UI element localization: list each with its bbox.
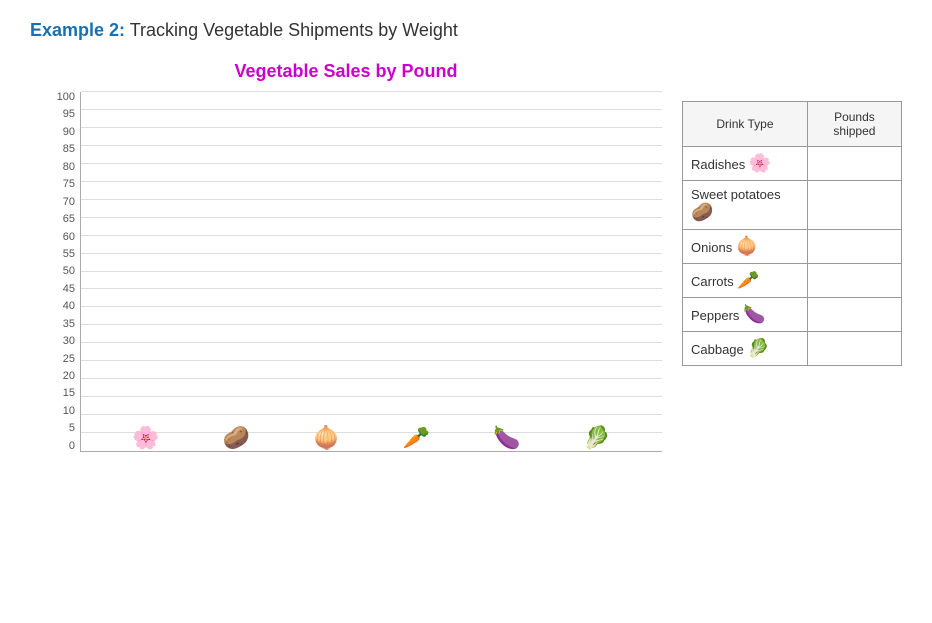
y-label: 0 <box>30 441 80 452</box>
y-label: 30 <box>30 336 80 347</box>
chart-plot: 🌸 🥔 🧅 🥕 🍆 🥬 <box>80 92 662 452</box>
pounds-cell <box>807 147 901 181</box>
onion-icon: 🧅 <box>313 425 340 451</box>
veg-name-cell: Carrots 🥕 <box>683 264 808 298</box>
table-row: Cabbage 🥬 <box>683 332 902 366</box>
veg-emoji: 🌸 <box>749 153 771 173</box>
pepper-icon: 🍆 <box>493 425 520 451</box>
sweet-potato-icon: 🥔 <box>223 425 250 451</box>
veg-label: Radishes <box>691 157 745 172</box>
title-bold: Example 2: <box>30 20 125 40</box>
pounds-cell <box>807 298 901 332</box>
carrot-icon: 🥕 <box>403 425 430 451</box>
y-label: 25 <box>30 354 80 365</box>
table-row: Onions 🧅 <box>683 230 902 264</box>
veg-label: Cabbage <box>691 342 744 357</box>
y-label: 5 <box>30 423 80 434</box>
col-header-pounds: Pounds shipped <box>807 102 901 147</box>
table-row: Peppers 🍆 <box>683 298 902 332</box>
y-label: 10 <box>30 406 80 417</box>
y-label: 20 <box>30 371 80 382</box>
veg-emoji: 🍆 <box>743 304 765 324</box>
veg-name-cell: Onions 🧅 <box>683 230 808 264</box>
y-label: 55 <box>30 249 80 260</box>
bar-group: 🥕 <box>372 420 462 451</box>
title-rest: Tracking Vegetable Shipments by Weight <box>125 20 458 40</box>
content-area: Vegetable Sales by Pound 0 5 10 15 20 25 30 35 4… <box>30 61 902 512</box>
pounds-cell <box>807 332 901 366</box>
y-label: 95 <box>30 109 80 120</box>
veg-emoji: 🥬 <box>747 338 769 358</box>
y-label: 50 <box>30 266 80 277</box>
col-header-type: Drink Type <box>683 102 808 147</box>
y-label: 70 <box>30 197 80 208</box>
table-row: Sweet potatoes 🥔 <box>683 181 902 230</box>
veg-label: Carrots <box>691 274 734 289</box>
veg-name-cell: Peppers 🍆 <box>683 298 808 332</box>
veg-label: Onions <box>691 240 732 255</box>
veg-name-cell: Radishes 🌸 <box>683 147 808 181</box>
y-label: 75 <box>30 179 80 190</box>
y-label: 80 <box>30 162 80 173</box>
radish-icon: 🌸 <box>132 425 159 451</box>
table-container: Drink Type Pounds shipped Radishes 🌸Swee… <box>682 101 902 366</box>
chart-title: Vegetable Sales by Pound <box>30 61 662 82</box>
veg-name-cell: Cabbage 🥬 <box>683 332 808 366</box>
y-label: 15 <box>30 388 80 399</box>
pounds-cell <box>807 230 901 264</box>
y-label: 40 <box>30 301 80 312</box>
bars-area: 🌸 🥔 🧅 🥕 🍆 🥬 <box>81 92 662 451</box>
bar-group: 🌸 <box>101 420 191 451</box>
veg-label: Sweet potatoes <box>691 187 781 202</box>
page-title: Example 2: Tracking Vegetable Shipments … <box>30 20 902 41</box>
y-axis: 0 5 10 15 20 25 30 35 40 45 50 55 60 65 70 75 80 85 90 95 10… <box>30 92 80 452</box>
veg-emoji: 🥔 <box>691 202 713 222</box>
table-row: Radishes 🌸 <box>683 147 902 181</box>
veg-emoji: 🧅 <box>736 236 758 256</box>
pounds-cell <box>807 264 901 298</box>
veg-label: Peppers <box>691 308 739 323</box>
y-label: 90 <box>30 127 80 138</box>
chart-container: Vegetable Sales by Pound 0 5 10 15 20 25 30 35 4… <box>30 61 662 512</box>
bar-group: 🧅 <box>281 420 371 451</box>
veg-emoji: 🥕 <box>737 270 759 290</box>
table-row: Carrots 🥕 <box>683 264 902 298</box>
chart-wrapper: 0 5 10 15 20 25 30 35 40 45 50 55 60 65 70 75 80 85 90 95 10… <box>30 92 662 512</box>
y-label: 45 <box>30 284 80 295</box>
cabbage-icon: 🥬 <box>583 425 610 451</box>
y-label: 85 <box>30 144 80 155</box>
bar-group: 🍆 <box>462 420 552 451</box>
y-label: 100 <box>30 92 80 103</box>
bar-group: 🥬 <box>552 420 642 451</box>
y-label: 65 <box>30 214 80 225</box>
vegetable-table: Drink Type Pounds shipped Radishes 🌸Swee… <box>682 101 902 366</box>
y-label: 60 <box>30 232 80 243</box>
pounds-cell <box>807 181 901 230</box>
y-label: 35 <box>30 319 80 330</box>
bar-group: 🥔 <box>191 420 281 451</box>
veg-name-cell: Sweet potatoes 🥔 <box>683 181 808 230</box>
